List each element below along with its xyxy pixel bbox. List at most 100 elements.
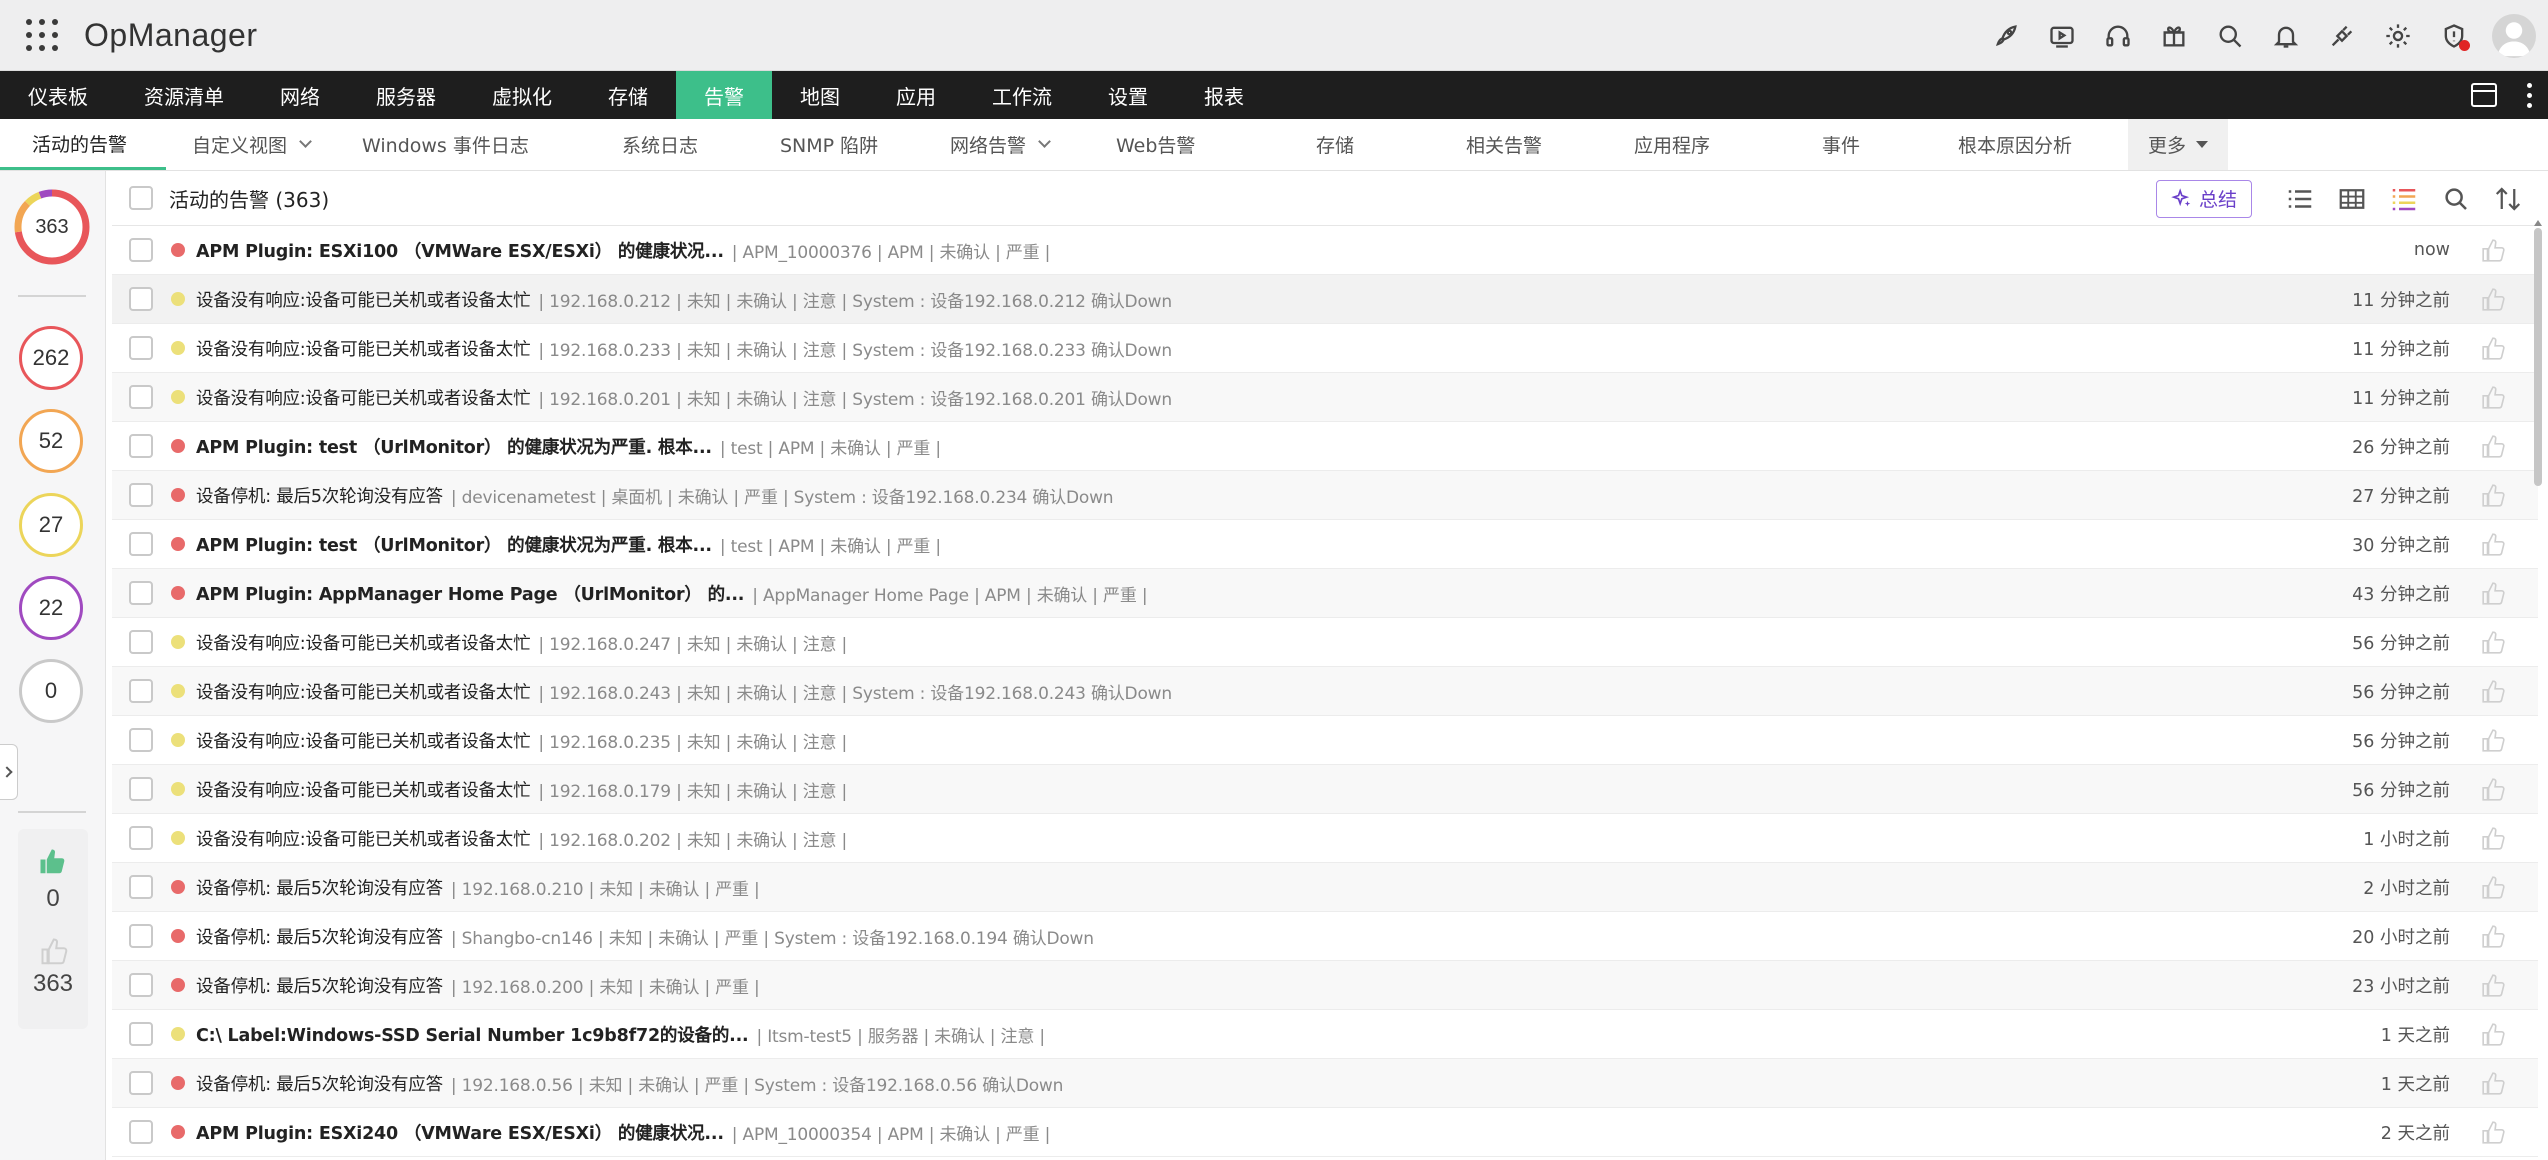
acknowledge-thumb-icon[interactable]	[2480, 336, 2508, 362]
acknowledge-thumb-icon[interactable]	[2480, 777, 2508, 803]
total-alarms-donut[interactable]: 363	[13, 188, 91, 266]
nav-workflow[interactable]: 工作流	[964, 71, 1080, 119]
acknowledge-thumb-icon[interactable]	[2480, 581, 2508, 607]
gear-icon[interactable]	[2370, 0, 2426, 71]
table-row[interactable]: APM Plugin: ESXi100 （VMWare ESX/ESXi） 的健…	[112, 226, 2538, 275]
select-all-checkbox[interactable]	[129, 186, 153, 210]
headset-icon[interactable]	[2090, 0, 2146, 71]
nav-inventory[interactable]: 资源清单	[116, 71, 252, 119]
row-checkbox[interactable]	[129, 385, 153, 409]
sort-icon[interactable]	[2482, 171, 2534, 226]
major-count-ring[interactable]: 52	[19, 409, 83, 473]
acknowledge-thumb-icon[interactable]	[2480, 532, 2508, 558]
severity-list-view-icon[interactable]	[2378, 171, 2430, 226]
alarm-message[interactable]: 设备没有响应:设备可能已关机或者设备太忙	[196, 826, 531, 851]
summary-button[interactable]: 总结	[2155, 179, 2252, 218]
nav-settings[interactable]: 设置	[1080, 71, 1176, 119]
shield-alert-icon[interactable]	[2426, 0, 2482, 71]
row-checkbox[interactable]	[129, 630, 153, 654]
acknowledge-thumb-icon[interactable]	[2480, 728, 2508, 754]
warning-count-ring[interactable]: 27	[19, 493, 83, 557]
alarm-message[interactable]: 设备没有响应:设备可能已关机或者设备太忙	[196, 728, 531, 753]
rocket-icon[interactable]	[1978, 0, 2034, 71]
alarm-message[interactable]: 设备没有响应:设备可能已关机或者设备太忙	[196, 630, 531, 655]
table-row[interactable]: 设备没有响应:设备可能已关机或者设备太忙 | 192.168.0.179 | 未知…	[112, 765, 2538, 814]
alarm-message[interactable]: 设备没有响应:设备可能已关机或者设备太忙	[196, 336, 531, 361]
row-checkbox[interactable]	[129, 1120, 153, 1144]
table-row[interactable]: 设备停机: 最后5次轮询没有应答 | 192.168.0.56 | 未知 | 未确…	[112, 1059, 2538, 1108]
clear-count-ring[interactable]: 0	[19, 659, 83, 723]
table-row[interactable]: 设备没有响应:设备可能已关机或者设备太忙 | 192.168.0.212 | 未知…	[112, 275, 2538, 324]
acknowledge-thumb-icon[interactable]	[2480, 1022, 2508, 1048]
tab-syslog[interactable]: 系统日志	[622, 119, 780, 170]
table-row[interactable]: C:\ Label:Windows-SSD Serial Number 1c9b…	[112, 1010, 2538, 1059]
vertical-scrollbar[interactable]	[2534, 228, 2542, 486]
tab-storage[interactable]: 存储	[1316, 119, 1466, 170]
table-row[interactable]: APM Plugin: ESXi240 （VMWare ESX/ESXi） 的健…	[112, 1108, 2538, 1157]
table-row[interactable]: 设备停机: 最后5次轮询没有应答 | devicenametest | 桌面机 |…	[112, 471, 2538, 520]
thumbs-up-filled-icon[interactable]	[38, 847, 68, 882]
row-checkbox[interactable]	[129, 1071, 153, 1095]
acknowledge-thumb-icon[interactable]	[2480, 1120, 2508, 1146]
alarm-message[interactable]: APM Plugin: ESXi240 （VMWare ESX/ESXi） 的健…	[196, 1120, 724, 1145]
alarm-message[interactable]: APM Plugin: AppManager Home Page （UrlMon…	[196, 581, 744, 606]
alarm-message[interactable]: C:\ Label:Windows-SSD Serial Number 1c9b…	[196, 1022, 749, 1047]
video-icon[interactable]	[2034, 0, 2090, 71]
tab-custom-views[interactable]: 自定义视图	[166, 119, 362, 170]
tab-applications[interactable]: 应用程序	[1634, 119, 1822, 170]
nav-servers[interactable]: 服务器	[348, 71, 464, 119]
tab-active-alarms[interactable]: 活动的告警	[0, 119, 166, 170]
table-row[interactable]: APM Plugin: AppManager Home Page （UrlMon…	[112, 569, 2538, 618]
gift-icon[interactable]	[2146, 0, 2202, 71]
expand-panel-toggle[interactable]	[0, 744, 18, 800]
acknowledge-thumb-icon[interactable]	[2480, 875, 2508, 901]
nav-apps[interactable]: 应用	[868, 71, 964, 119]
kebab-menu-icon[interactable]	[2527, 82, 2532, 108]
acknowledge-thumb-icon[interactable]	[2480, 434, 2508, 460]
row-checkbox[interactable]	[129, 532, 153, 556]
tab-web-alarms[interactable]: Web告警	[1116, 119, 1316, 170]
row-checkbox[interactable]	[129, 973, 153, 997]
alarm-message[interactable]: 设备停机: 最后5次轮询没有应答	[196, 924, 443, 949]
row-checkbox[interactable]	[129, 434, 153, 458]
alarm-message[interactable]: 设备停机: 最后5次轮询没有应答	[196, 973, 443, 998]
acknowledge-thumb-icon[interactable]	[2480, 483, 2508, 509]
row-checkbox[interactable]	[129, 238, 153, 262]
tab-events[interactable]: 事件	[1822, 119, 1958, 170]
list-view-icon[interactable]	[2274, 171, 2326, 226]
row-checkbox[interactable]	[129, 679, 153, 703]
acknowledge-thumb-icon[interactable]	[2480, 238, 2508, 264]
nav-network[interactable]: 网络	[252, 71, 348, 119]
alarm-message[interactable]: 设备没有响应:设备可能已关机或者设备太忙	[196, 287, 531, 312]
row-checkbox[interactable]	[129, 483, 153, 507]
row-checkbox[interactable]	[129, 826, 153, 850]
alarm-message[interactable]: APM Plugin: test （UrlMonitor） 的健康状况为严重. …	[196, 532, 712, 557]
nav-virtualization[interactable]: 虚拟化	[464, 71, 580, 119]
app-grid-icon[interactable]	[26, 19, 58, 51]
table-row[interactable]: 设备没有响应:设备可能已关机或者设备太忙 | 192.168.0.235 | 未知…	[112, 716, 2538, 765]
alarm-message[interactable]: 设备没有响应:设备可能已关机或者设备太忙	[196, 679, 531, 704]
alarm-message[interactable]: 设备没有响应:设备可能已关机或者设备太忙	[196, 777, 531, 802]
scroll-up-arrow[interactable]	[2534, 220, 2542, 226]
plug-icon[interactable]	[2314, 0, 2370, 71]
acknowledge-thumb-icon[interactable]	[2480, 679, 2508, 705]
bell-icon[interactable]	[2258, 0, 2314, 71]
critical-count-ring[interactable]: 262	[19, 326, 83, 390]
acknowledge-thumb-icon[interactable]	[2480, 385, 2508, 411]
nav-maps[interactable]: 地图	[772, 71, 868, 119]
table-row[interactable]: 设备没有响应:设备可能已关机或者设备太忙 | 192.168.0.233 | 未知…	[112, 324, 2538, 373]
user-avatar[interactable]	[2492, 13, 2536, 58]
acknowledge-thumb-icon[interactable]	[2480, 1071, 2508, 1097]
nav-reports[interactable]: 报表	[1176, 71, 1272, 119]
alarm-message[interactable]: APM Plugin: test （UrlMonitor） 的健康状况为严重. …	[196, 434, 712, 459]
search-icon[interactable]	[2202, 0, 2258, 71]
table-row[interactable]: APM Plugin: test （UrlMonitor） 的健康状况为严重. …	[112, 422, 2538, 471]
table-row[interactable]: 设备没有响应:设备可能已关机或者设备太忙 | 192.168.0.202 | 未知…	[112, 814, 2538, 863]
service-down-count-ring[interactable]: 22	[19, 576, 83, 640]
table-row[interactable]: 设备没有响应:设备可能已关机或者设备太忙 | 192.168.0.201 | 未知…	[112, 373, 2538, 422]
nav-storage[interactable]: 存储	[580, 71, 676, 119]
row-checkbox[interactable]	[129, 924, 153, 948]
alarm-message[interactable]: 设备停机: 最后5次轮询没有应答	[196, 875, 443, 900]
alarm-message[interactable]: APM Plugin: ESXi100 （VMWare ESX/ESXi） 的健…	[196, 238, 724, 263]
tab-network-alarms[interactable]: 网络告警	[950, 119, 1116, 170]
